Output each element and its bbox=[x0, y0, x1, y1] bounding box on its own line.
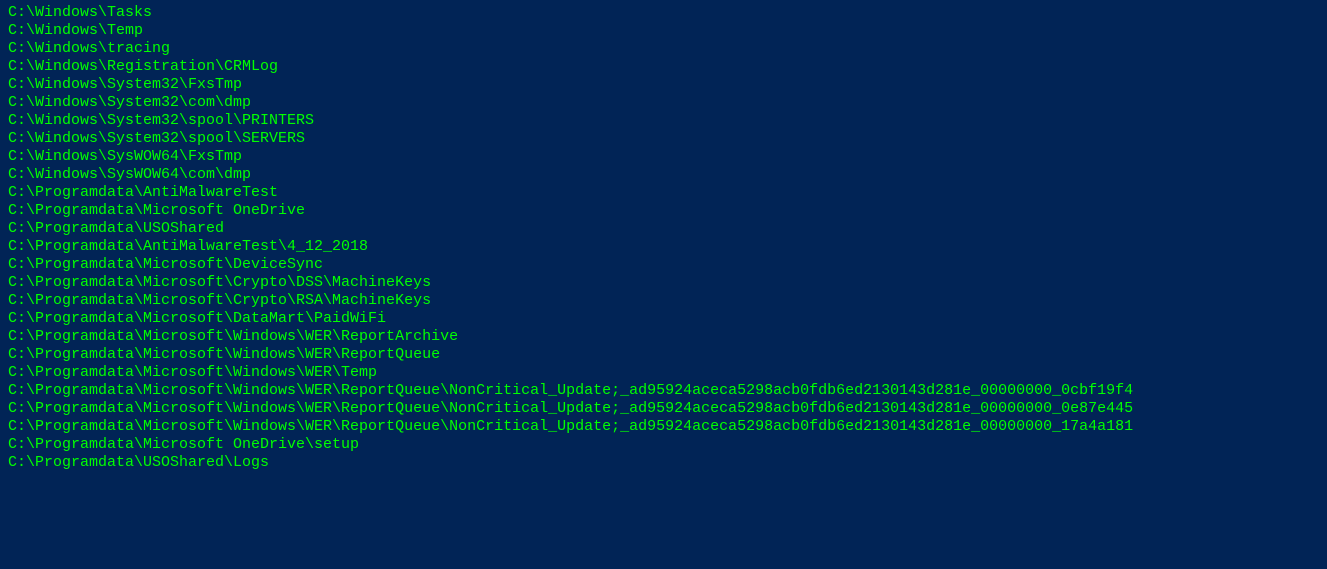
output-line: C:\Programdata\Microsoft\Windows\WER\Rep… bbox=[8, 382, 1319, 400]
output-line: C:\Windows\Tasks bbox=[8, 4, 1319, 22]
output-line: C:\Programdata\Microsoft\Crypto\DSS\Mach… bbox=[8, 274, 1319, 292]
output-line: C:\Programdata\Microsoft\Windows\WER\Rep… bbox=[8, 400, 1319, 418]
output-line: C:\Programdata\AntiMalwareTest\4_12_2018 bbox=[8, 238, 1319, 256]
output-line: C:\Programdata\Microsoft\Windows\WER\Rep… bbox=[8, 346, 1319, 364]
output-line: C:\Windows\System32\FxsTmp bbox=[8, 76, 1319, 94]
output-line: C:\Programdata\Microsoft\Windows\WER\Tem… bbox=[8, 364, 1319, 382]
output-line: C:\Windows\tracing bbox=[8, 40, 1319, 58]
output-line: C:\Windows\System32\spool\PRINTERS bbox=[8, 112, 1319, 130]
output-line: C:\Windows\Registration\CRMLog bbox=[8, 58, 1319, 76]
output-line: C:\Programdata\Microsoft\DeviceSync bbox=[8, 256, 1319, 274]
output-line: C:\Windows\SysWOW64\com\dmp bbox=[8, 166, 1319, 184]
output-line: C:\Programdata\Microsoft\Windows\WER\Rep… bbox=[8, 418, 1319, 436]
output-line: C:\Windows\SysWOW64\FxsTmp bbox=[8, 148, 1319, 166]
output-line: C:\Programdata\Microsoft OneDrive\setup bbox=[8, 436, 1319, 454]
output-line: C:\Programdata\Microsoft\DataMart\PaidWi… bbox=[8, 310, 1319, 328]
output-line: C:\Windows\System32\com\dmp bbox=[8, 94, 1319, 112]
output-line: C:\Programdata\USOShared bbox=[8, 220, 1319, 238]
output-line: C:\Programdata\Microsoft\Crypto\RSA\Mach… bbox=[8, 292, 1319, 310]
output-line: C:\Windows\Temp bbox=[8, 22, 1319, 40]
output-line: C:\Windows\System32\spool\SERVERS bbox=[8, 130, 1319, 148]
output-line: C:\Programdata\Microsoft OneDrive bbox=[8, 202, 1319, 220]
output-line: C:\Programdata\AntiMalwareTest bbox=[8, 184, 1319, 202]
output-line: C:\Programdata\USOShared\Logs bbox=[8, 454, 1319, 472]
output-line: C:\Programdata\Microsoft\Windows\WER\Rep… bbox=[8, 328, 1319, 346]
terminal-output[interactable]: C:\Windows\TasksC:\Windows\TempC:\Window… bbox=[8, 4, 1319, 565]
